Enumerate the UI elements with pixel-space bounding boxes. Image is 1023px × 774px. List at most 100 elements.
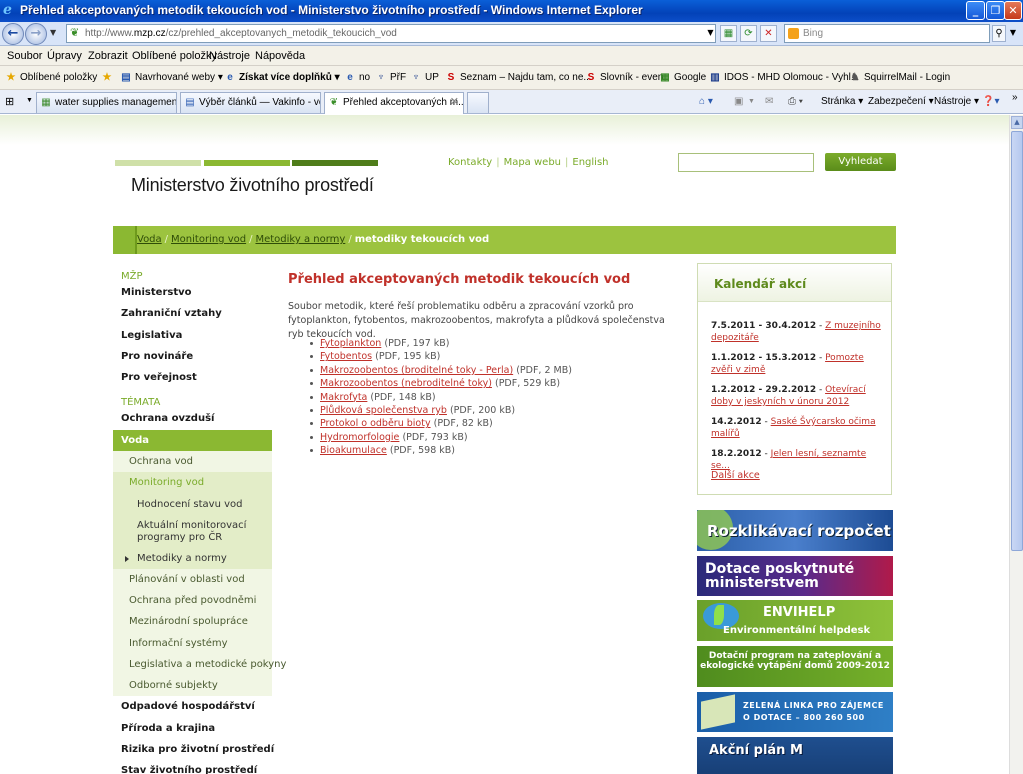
nav-stav-zp[interactable]: Stav životního prostředí (113, 760, 272, 774)
nav-priroda-a-krajina[interactable]: Příroda a krajina (113, 718, 272, 739)
suggested-sites-button[interactable]: ▤ Navrhované weby ▾ (120, 72, 223, 83)
doc-link-fytobentos[interactable]: Fytobentos (320, 351, 372, 362)
refresh-icon[interactable]: ⟳ (740, 25, 757, 42)
nav-voda[interactable]: Voda (113, 429, 272, 452)
doc-link-makrozoobentos-nebroditelne[interactable]: Makrozoobentos (nebroditelné toky) (320, 378, 492, 389)
nav-ochrana-vod[interactable]: Ochrana vod (113, 451, 272, 472)
forward-button[interactable]: → (25, 23, 47, 45)
nav-legislativa[interactable]: Legislativa (113, 325, 272, 346)
doc-link-makrozoobentos-perla[interactable]: Makrozoobentos (broditelné toky - Perla) (320, 365, 513, 376)
back-button[interactable]: ← (2, 23, 24, 45)
banner-dotace[interactable]: Dotace poskytnuté ministerstvem (697, 556, 893, 596)
doc-link-pludkova-spolecenstva[interactable]: Plůdková společenstva ryb (320, 405, 447, 416)
vertical-scrollbar[interactable]: ▲ (1009, 115, 1023, 774)
doc-link-fytoplankton[interactable]: Fytoplankton (320, 338, 381, 349)
fav-item-slovnik[interactable]: S Slovník - even (585, 72, 664, 83)
get-addons-button[interactable]: e Získat více doplňků ▾ (224, 72, 339, 83)
mail-icon[interactable]: ✉ (765, 96, 773, 107)
breadcrumb-metodiky[interactable]: Metodiky a normy (255, 234, 345, 245)
fav-item-squirrelmail[interactable]: ♞ SquirrelMail - Login (849, 72, 951, 83)
print-icon[interactable]: ⎙ ▾ (788, 96, 803, 107)
feeds-dropdown-icon[interactable]: ▼ (748, 98, 755, 105)
site-logo[interactable]: Ministerstvo životního prostředí (131, 175, 374, 196)
nav-legislativa-pokyny[interactable]: Legislativa a metodické pokyny (113, 654, 286, 675)
fav-item-google[interactable]: ▦ Google (659, 72, 706, 83)
page-menu[interactable]: Stránka ▾ (821, 96, 863, 107)
search-go-icon[interactable]: ⚲ (992, 25, 1006, 42)
quick-tabs-icon[interactable]: ⊞ (5, 95, 14, 108)
breadcrumb-voda[interactable]: Voda (137, 234, 162, 245)
stop-icon[interactable]: ✕ (760, 25, 777, 42)
seznam-icon: S (587, 72, 595, 83)
search-options-icon[interactable]: ▼ (1007, 25, 1019, 42)
fav-item-seznam[interactable]: S Seznam – Najdu tam, co ne... (445, 72, 592, 83)
feeds-icon[interactable]: ▣ (734, 96, 743, 107)
security-menu[interactable]: Zabezpečení ▾ (868, 96, 934, 107)
tab-water-supplies[interactable]: ▦ water supplies management ... (36, 92, 177, 113)
nav-zahranicni-vztahy[interactable]: Zahraniční vztahy (113, 303, 272, 324)
toolbar-overflow-icon[interactable]: » (1012, 92, 1018, 103)
minimize-button[interactable]: _ (966, 1, 985, 20)
nav-mezinarodni-spoluprace[interactable]: Mezinárodní spolupráce (113, 611, 272, 632)
menu-soubor[interactable]: Soubor (7, 50, 42, 62)
favorites-button[interactable]: ★ Oblíbené položky (5, 72, 98, 83)
fav-item-up[interactable]: ♆ UP (410, 72, 439, 83)
nav-aktualni-programy[interactable]: Aktuální monitorovací programy pro ČR (113, 514, 272, 548)
nav-monitoring-vod[interactable]: Monitoring vod (113, 472, 272, 494)
more-events-link[interactable]: Další akce (711, 470, 760, 481)
nav-hodnoceni-stavu-vod[interactable]: Hodnocení stavu vod (113, 493, 272, 515)
site-search-button[interactable]: Vyhledat (825, 153, 896, 171)
nav-planovani[interactable]: Plánování v oblasti vod (113, 569, 272, 590)
link-kontakty[interactable]: Kontakty (448, 157, 492, 168)
breadcrumb-monitoring[interactable]: Monitoring vod (171, 234, 246, 245)
nav-ochrana-pred-povodnemi[interactable]: Ochrana před povodněmi (113, 590, 272, 611)
tab-list-icon[interactable]: ▼ (26, 97, 33, 104)
new-tab-button[interactable] (467, 92, 489, 113)
nav-pro-verejnost[interactable]: Pro veřejnost (113, 367, 272, 388)
address-input[interactable]: ❦ http://www.mzp.cz/cz/prehled_akceptova… (66, 24, 716, 43)
tab-prehled-active[interactable]: ❦ Přehled akceptovaných m... ✕ (324, 92, 464, 114)
banner-zelena-linka[interactable]: ZELENÁ LINKA PRO ZÁJEMCE O DOTACE – 800 … (697, 692, 893, 732)
doc-link-makrofyta[interactable]: Makrofyta (320, 392, 367, 403)
nav-informacni-systemy[interactable]: Informační systémy (113, 633, 272, 654)
menu-zobrazit[interactable]: Zobrazit (88, 50, 128, 62)
scroll-up-icon[interactable]: ▲ (1011, 116, 1023, 129)
tab-close-icon[interactable]: ✕ (450, 93, 459, 112)
nav-metodiky-a-normy[interactable]: Metodiky a normy (113, 547, 272, 569)
close-button[interactable]: ✕ (1004, 1, 1022, 20)
menu-napoveda[interactable]: Nápověda (255, 50, 305, 62)
tools-menu[interactable]: Nástroje ▾ (934, 96, 979, 107)
tab-vakinfo[interactable]: ▤ Výběr článků — Vakinfo - vod... (180, 92, 321, 113)
nav-odborne-subjekty[interactable]: Odborné subjekty (113, 675, 272, 696)
link-mapa-webu[interactable]: Mapa webu (504, 157, 561, 168)
nav-odpadove-hospodarstvi[interactable]: Odpadové hospodářství (113, 696, 272, 717)
nav-ministerstvo[interactable]: Ministerstvo (113, 282, 272, 303)
compatibility-view-icon[interactable]: ▦ (720, 25, 737, 42)
address-dropdown-icon[interactable]: ▼ (702, 25, 719, 42)
site-search-input[interactable] (678, 153, 814, 172)
fav-item-prf[interactable]: ♆ PřF (375, 72, 406, 83)
banner-akcni-plan[interactable]: Akční plán M (697, 737, 893, 774)
add-favorite-button[interactable]: ★ (101, 72, 116, 83)
banner-rozpocet[interactable]: Rozklikávací rozpočet (697, 510, 893, 551)
nav-ochrana-ovzdusi[interactable]: Ochrana ovzduší (113, 408, 272, 429)
home-icon[interactable]: ⌂ ▾ (699, 96, 713, 107)
doc-link-hydromorfologie[interactable]: Hydromorfologie (320, 432, 399, 443)
menu-upravy[interactable]: Úpravy (47, 50, 82, 62)
maximize-button[interactable]: ❐ (986, 1, 1005, 20)
menu-nastroje[interactable]: Nástroje (209, 50, 250, 62)
doc-link-protokol[interactable]: Protokol o odběru bioty (320, 418, 431, 429)
menu-oblibene[interactable]: Oblíbené položky (132, 50, 217, 62)
fav-item-idos[interactable]: ▥ IDOS - MHD Olomouc - Vyhl... (709, 72, 859, 83)
fav-item-no[interactable]: e no (344, 72, 370, 83)
scrollbar-thumb[interactable] (1011, 131, 1023, 551)
history-dropdown-icon[interactable]: ▼ (50, 28, 56, 37)
help-icon[interactable]: ❓▾ (982, 96, 999, 107)
banner-envihelp[interactable]: ENVIHELP Environmentální helpdesk (697, 600, 893, 641)
search-input[interactable]: Bing (784, 24, 990, 43)
doc-link-bioakumulace[interactable]: Bioakumulace (320, 445, 387, 456)
banner-zatepleni[interactable]: Dotační program na zateplování a ekologi… (697, 646, 893, 687)
link-english[interactable]: English (572, 157, 608, 168)
nav-pro-novinare[interactable]: Pro novináře (113, 346, 272, 367)
nav-rizika[interactable]: Rizika pro životní prostředí (113, 739, 274, 760)
